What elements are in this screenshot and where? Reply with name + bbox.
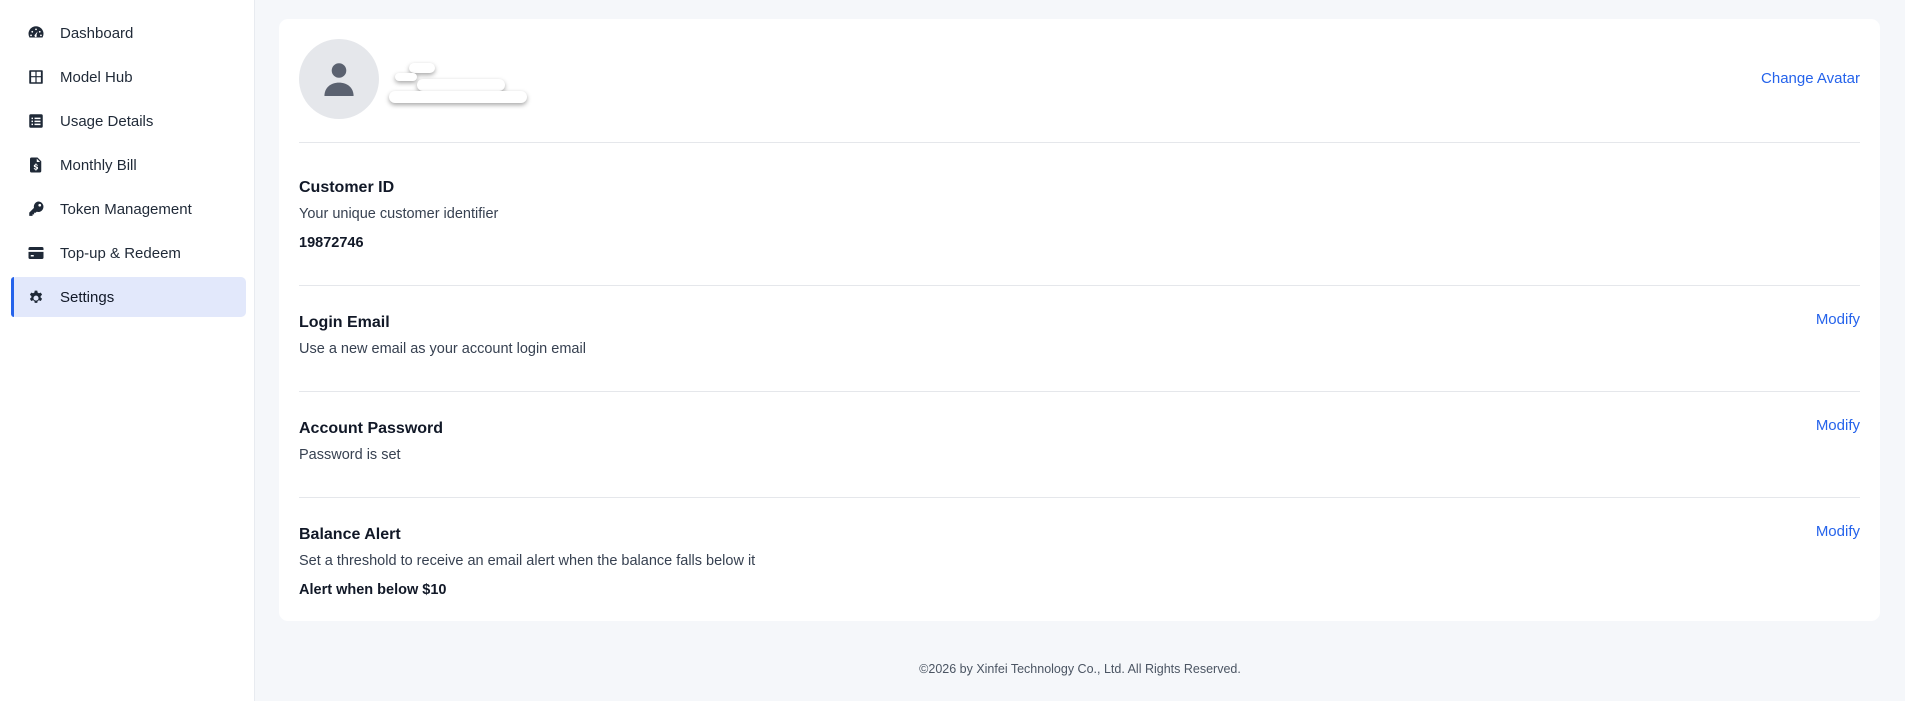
grid-icon <box>27 68 45 86</box>
account-password-section: Account Password Password is set Modify <box>299 392 1860 498</box>
modify-password-link[interactable]: Modify <box>1816 417 1860 434</box>
sidebar-item-label: Model Hub <box>60 68 133 86</box>
modify-email-link[interactable]: Modify <box>1816 311 1860 328</box>
customer-id-description: Your unique customer identifier <box>299 206 499 222</box>
balance-alert-title: Balance Alert <box>299 526 401 543</box>
list-details-icon <box>27 112 45 130</box>
dashboard-gauge-icon <box>27 24 45 42</box>
invoice-dollar-icon <box>27 156 45 174</box>
sidebar-item-label: Token Management <box>60 200 192 218</box>
login-email-title: Login Email <box>299 314 390 331</box>
settings-card: Change Avatar Customer ID Your unique cu… <box>279 19 1880 621</box>
sidebar-item-top-up-redeem[interactable]: Top-up & Redeem <box>11 233 246 273</box>
balance-alert-value: Alert when below $10 <box>299 582 447 598</box>
sidebar-item-label: Usage Details <box>60 112 154 130</box>
customer-id-section: Customer ID Your unique customer identif… <box>299 143 1860 286</box>
customer-id-value: 19872746 <box>299 235 364 251</box>
login-email-description: Use a new email as your account login em… <box>299 341 586 357</box>
modify-balance-alert-link[interactable]: Modify <box>1816 523 1860 540</box>
sidebar-item-label: Dashboard <box>60 24 134 42</box>
main-content: Change Avatar Customer ID Your unique cu… <box>255 0 1905 701</box>
app-root: Dashboard Model Hub Usage Details Monthl… <box>0 0 1905 701</box>
sidebar-item-label: Monthly Bill <box>60 156 137 174</box>
gear-icon <box>27 288 45 306</box>
change-avatar-link[interactable]: Change Avatar <box>1761 70 1860 87</box>
balance-alert-section: Balance Alert Set a threshold to receive… <box>299 498 1860 618</box>
sidebar-item-label: Settings <box>60 288 115 306</box>
balance-alert-description: Set a threshold to receive an email aler… <box>299 553 756 569</box>
sidebar-item-dashboard[interactable]: Dashboard <box>11 13 246 53</box>
avatar[interactable] <box>299 39 379 119</box>
user-icon <box>324 63 354 96</box>
profile-header: Change Avatar <box>299 19 1860 143</box>
sidebar: Dashboard Model Hub Usage Details Monthl… <box>0 0 255 701</box>
sidebar-item-token-management[interactable]: Token Management <box>11 189 246 229</box>
account-password-title: Account Password <box>299 420 444 437</box>
sidebar-item-settings[interactable]: Settings <box>11 277 246 317</box>
sidebar-item-label: Top-up & Redeem <box>60 244 181 262</box>
customer-id-title: Customer ID <box>299 179 395 196</box>
sidebar-item-model-hub[interactable]: Model Hub <box>11 57 246 97</box>
username-redacted <box>387 57 537 109</box>
login-email-section: Login Email Use a new email as your acco… <box>299 286 1860 392</box>
key-icon <box>27 200 45 218</box>
sidebar-item-monthly-bill[interactable]: Monthly Bill <box>11 145 246 185</box>
account-password-description: Password is set <box>299 447 401 463</box>
footer-copyright: ©2026 by Xinfei Technology Co., Ltd. All… <box>919 662 1241 676</box>
credit-card-icon <box>27 244 45 262</box>
sidebar-item-usage-details[interactable]: Usage Details <box>11 101 246 141</box>
